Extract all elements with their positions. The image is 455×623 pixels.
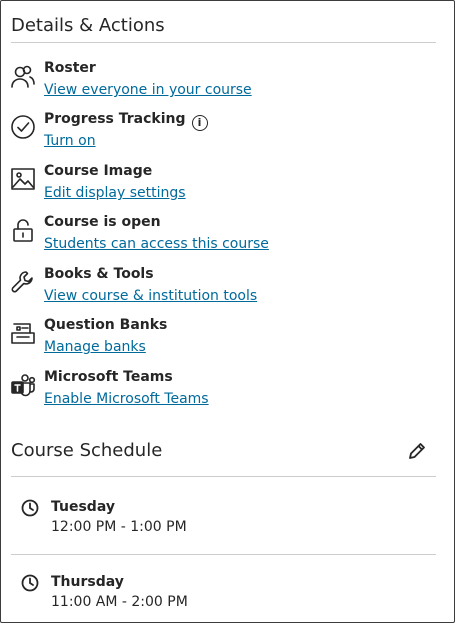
wrench-icon bbox=[9, 268, 37, 296]
teams-icon bbox=[9, 371, 37, 399]
schedule-entry: Tuesday 12:00 PM - 1:00 PM bbox=[21, 499, 441, 543]
question-banks-item: Question Banks Manage banks bbox=[9, 317, 439, 363]
schedule-entry-divider bbox=[11, 554, 436, 555]
details-title: Details & Actions bbox=[11, 15, 165, 36]
unlock-icon bbox=[9, 216, 37, 244]
schedule-entry: Thursday 11:00 AM - 2:00 PM bbox=[21, 574, 441, 618]
view-tools-link[interactable]: View course & institution tools bbox=[44, 288, 257, 304]
course-image-item: Course Image Edit display settings bbox=[9, 163, 439, 209]
microsoft-teams-title: Microsoft Teams bbox=[44, 369, 173, 385]
course-image-title: Course Image bbox=[44, 163, 153, 179]
course-open-title: Course is open bbox=[44, 214, 161, 230]
details-panel: Details & Actions Roster View everyone i… bbox=[0, 0, 455, 623]
edit-schedule-pencil-icon[interactable] bbox=[407, 441, 429, 463]
question-banks-title: Question Banks bbox=[44, 317, 168, 333]
books-tools-title: Books & Tools bbox=[44, 266, 154, 282]
roster-icon bbox=[9, 62, 37, 90]
schedule-title: Course Schedule bbox=[11, 440, 163, 461]
books-tools-item: Books & Tools View course & institution … bbox=[9, 266, 439, 312]
enable-teams-link[interactable]: Enable Microsoft Teams bbox=[44, 391, 209, 407]
schedule-time: 11:00 AM - 2:00 PM bbox=[51, 594, 188, 610]
schedule-divider bbox=[11, 476, 436, 477]
image-icon bbox=[9, 165, 37, 193]
clock-icon bbox=[21, 574, 39, 592]
schedule-day: Thursday bbox=[51, 574, 124, 590]
progress-tracking-label: Progress Tracking bbox=[44, 111, 186, 127]
turn-on-progress-link[interactable]: Turn on bbox=[44, 133, 96, 149]
manage-banks-link[interactable]: Manage banks bbox=[44, 339, 146, 355]
course-access-link[interactable]: Students can access this course bbox=[44, 236, 269, 252]
progress-tracking-title: Progress Tracking i bbox=[44, 111, 208, 131]
course-open-item: Course is open Students can access this … bbox=[9, 214, 439, 260]
view-roster-link[interactable]: View everyone in your course bbox=[44, 82, 252, 98]
schedule-day: Tuesday bbox=[51, 499, 115, 515]
progress-tracking-item: Progress Tracking i Turn on bbox=[9, 111, 439, 157]
edit-display-settings-link[interactable]: Edit display settings bbox=[44, 185, 186, 201]
clock-icon bbox=[21, 499, 39, 517]
microsoft-teams-item: Microsoft Teams Enable Microsoft Teams bbox=[9, 369, 439, 415]
schedule-time: 12:00 PM - 1:00 PM bbox=[51, 519, 187, 535]
question-bank-icon bbox=[9, 319, 37, 347]
info-icon[interactable]: i bbox=[191, 114, 208, 131]
details-divider bbox=[11, 42, 436, 43]
roster-title: Roster bbox=[44, 60, 96, 76]
progress-check-icon bbox=[9, 113, 37, 141]
roster-item: Roster View everyone in your course bbox=[9, 60, 439, 106]
